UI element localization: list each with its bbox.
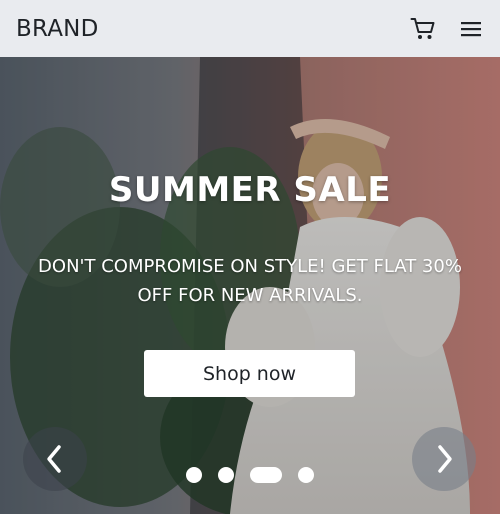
carousel-indicators	[0, 466, 500, 484]
navbar: BRAND	[0, 0, 500, 57]
nav-actions	[410, 16, 484, 42]
carousel-dot[interactable]	[186, 467, 202, 483]
page: BRAND SUMMER SALE DON'T COMPROMISE ON ST…	[0, 0, 500, 514]
menu-button[interactable]	[458, 16, 484, 42]
carousel-dot[interactable]	[218, 467, 234, 483]
cart-icon	[410, 17, 435, 39]
hero-subtitle: DON'T COMPROMISE ON STYLE! GET FLAT 30% …	[38, 256, 462, 306]
carousel-dot[interactable]	[298, 467, 314, 483]
brand-logo[interactable]: BRAND	[16, 16, 98, 42]
cart-button[interactable]	[410, 16, 436, 42]
carousel-dot-active[interactable]	[250, 467, 282, 483]
hero-carousel: SUMMER SALE DON'T COMPROMISE ON STYLE! G…	[0, 57, 500, 514]
shop-now-button[interactable]: Shop now	[144, 350, 355, 397]
hero-title: SUMMER SALE	[108, 170, 392, 210]
menu-icon	[461, 21, 481, 36]
